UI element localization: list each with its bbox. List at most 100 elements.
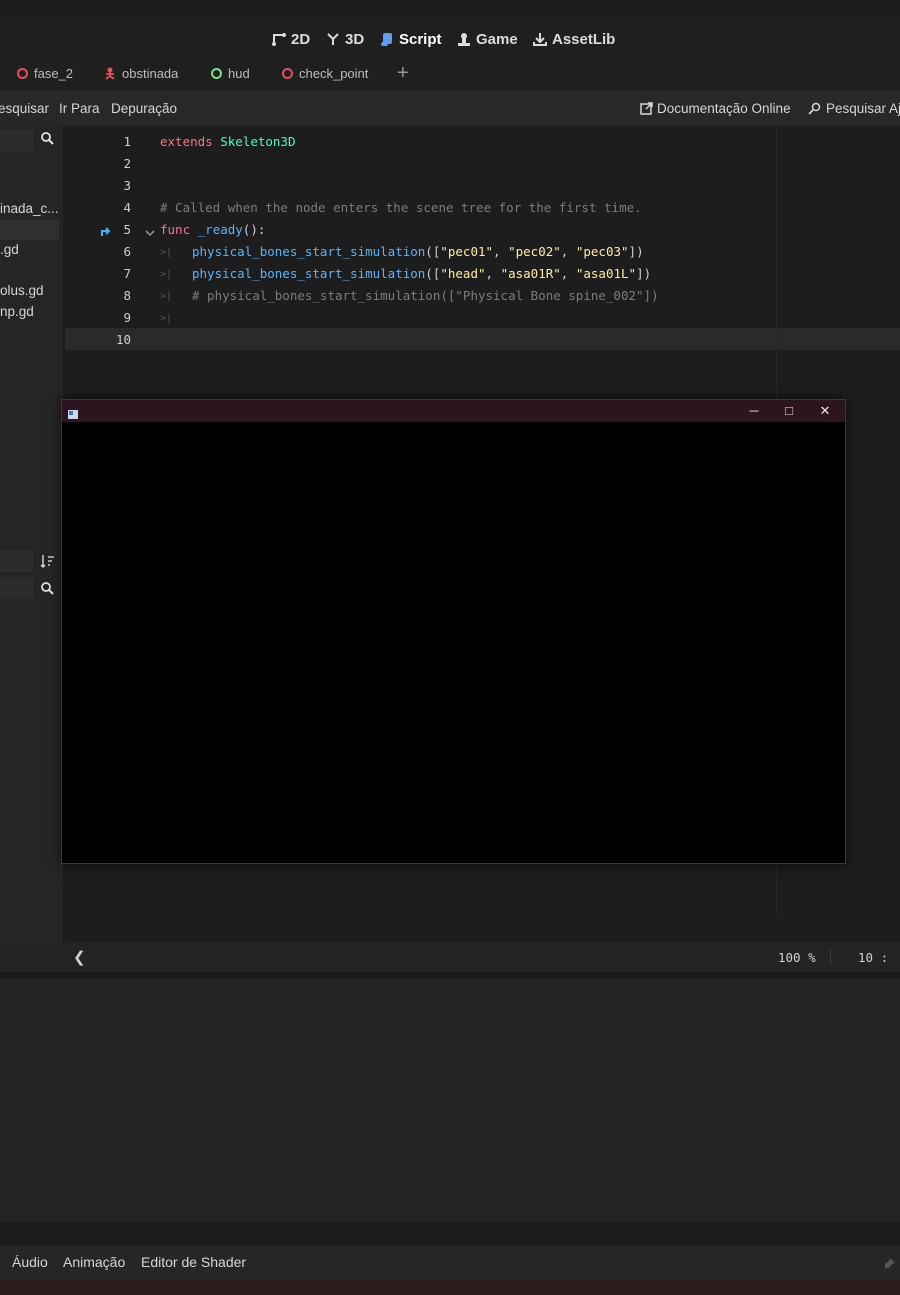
string-literal: "asa01L" [575, 266, 637, 281]
workspace-game-label: Game [476, 30, 518, 48]
bottom-tab-bar: Áudio Animação Editor de Shader [0, 1246, 900, 1280]
2d-icon [272, 33, 286, 46]
search-help-label: Pesquisar Aj [826, 101, 900, 116]
workspace-2d-label: 2D [291, 30, 311, 48]
current-line-highlight [65, 328, 900, 350]
workspace-3d-label: 3D [345, 30, 365, 48]
tab-audio[interactable]: Áudio [12, 1254, 48, 1270]
script-file-item[interactable]: olus.gd [0, 283, 44, 298]
line-number: 9 [123, 310, 131, 325]
code-line-4: # Called when the node enters the scene … [160, 200, 642, 215]
app-icon [68, 406, 78, 424]
workspace-game-button[interactable]: Game [457, 28, 518, 50]
external-link-icon [640, 102, 653, 115]
zoom-level[interactable]: 100 % [778, 950, 816, 965]
ring-green-icon [211, 68, 222, 79]
status-divider [830, 949, 831, 965]
ring-red-icon [282, 68, 293, 79]
string-literal: "asa01R" [500, 266, 561, 281]
maximize-icon[interactable]: □ [779, 403, 799, 418]
script-file-item-selected[interactable] [0, 220, 59, 240]
minimize-icon[interactable]: ─ [744, 403, 764, 418]
tab-indent-marker: >| [160, 291, 173, 302]
string-literal: "pec02" [508, 244, 561, 259]
line-number: 1 [123, 134, 131, 149]
script-menu-bar: esquisar Ir Para Depuração Documentação … [0, 90, 900, 126]
line-number: 2 [123, 156, 131, 171]
type-name: Skeleton3D [220, 134, 296, 149]
pin-icon[interactable] [884, 1256, 896, 1274]
line-number: 4 [123, 200, 131, 215]
tab-label: fase_2 [34, 66, 74, 81]
editor-status-bar: ❮ 100 % 10 : [65, 942, 900, 972]
tab-indent-marker: >| [160, 313, 173, 324]
menu-go-to[interactable]: Ir Para [59, 101, 100, 116]
scene-tab-bar: fase_2 obstinada hud check_point + [0, 58, 900, 90]
workspace-assetlib-label: AssetLib [552, 30, 616, 48]
string-literal: "pec01" [440, 244, 494, 259]
menu-search[interactable]: esquisar [0, 101, 49, 116]
keyword-extends: extends [160, 134, 213, 149]
game-window[interactable]: ─ □ ✕ [61, 399, 846, 864]
tab-indent-marker: >| [160, 269, 173, 280]
workspace-3d-button[interactable]: 3D [326, 28, 364, 50]
workspace-assetlib-button[interactable]: AssetLib [533, 28, 615, 50]
line-number: 3 [123, 178, 131, 193]
assetlib-icon [533, 33, 547, 46]
bottom-divider [0, 1222, 900, 1246]
ring-red-icon [17, 68, 28, 79]
filter-input[interactable] [0, 577, 34, 599]
doc-search-icon [808, 102, 821, 115]
script-file-item[interactable]: np.gd [0, 304, 34, 319]
tab-hud[interactable]: hud [211, 66, 250, 81]
method-call: physical_bones_start_simulation [192, 266, 426, 281]
3d-icon [327, 33, 339, 45]
workspace-script-label: Script [399, 30, 442, 48]
line-number: 10 [115, 332, 131, 347]
search-icon [40, 581, 54, 600]
filter-scripts-input[interactable] [0, 130, 34, 152]
tab-label: obstinada [122, 66, 179, 81]
tab-shader-editor[interactable]: Editor de Shader [141, 1254, 246, 1270]
tab-indent-marker: >| [160, 247, 173, 258]
tab-obstinada[interactable]: obstinada [104, 66, 178, 81]
string-literal: "head" [440, 266, 486, 281]
close-icon[interactable]: ✕ [815, 403, 835, 419]
tab-check-point[interactable]: check_point [282, 66, 368, 81]
title-strip [0, 0, 900, 18]
sort-icon[interactable] [40, 554, 55, 573]
tab-label: hud [228, 66, 250, 81]
method-call: physical_bones_start_simulation [192, 244, 426, 259]
skeleton-node-icon [105, 67, 115, 80]
script-list-panel: inada_c... .gd olus.gd np.gd [0, 126, 63, 946]
script-file-item[interactable]: inada_c... [0, 201, 59, 216]
workspace-2d-button[interactable]: 2D [272, 28, 310, 50]
search-icon [40, 131, 54, 150]
game-icon [458, 33, 470, 46]
tab-animation[interactable]: Animação [63, 1254, 125, 1270]
tab-fase-2[interactable]: fase_2 [17, 66, 73, 81]
chevron-left-icon[interactable]: ❮ [73, 948, 86, 966]
code-line-6: physical_bones_start_simulation(["pec01"… [192, 244, 644, 259]
workspace-script-button[interactable]: Script [381, 28, 442, 50]
window-titlebar[interactable]: ─ □ ✕ [62, 400, 845, 422]
add-tab-button[interactable]: + [397, 62, 409, 85]
script-file-item[interactable]: .gd [0, 242, 19, 257]
search-help-button[interactable]: Pesquisar Aj [808, 101, 900, 116]
workspace-toolbar: 2D 3D Script Game AssetLib [0, 18, 900, 58]
fold-chevron-down-icon[interactable] [145, 225, 155, 243]
online-docs-label: Documentação Online [657, 101, 791, 116]
taskbar-edge [0, 1280, 900, 1295]
online-docs-button[interactable]: Documentação Online [640, 101, 791, 116]
cursor-position: 10 : [858, 950, 889, 965]
string-literal: "pec03" [575, 244, 629, 259]
filter-methods-input[interactable] [0, 550, 34, 572]
function-name: _ready [197, 222, 243, 237]
code-line-8: # physical_bones_start_simulation(["Phys… [192, 288, 659, 303]
override-method-icon[interactable] [100, 224, 113, 242]
line-number: 6 [123, 244, 131, 259]
menu-debug[interactable]: Depuração [111, 101, 177, 116]
keyword-func: func [160, 222, 191, 237]
script-icon [381, 32, 392, 46]
tab-label: check_point [299, 66, 369, 81]
